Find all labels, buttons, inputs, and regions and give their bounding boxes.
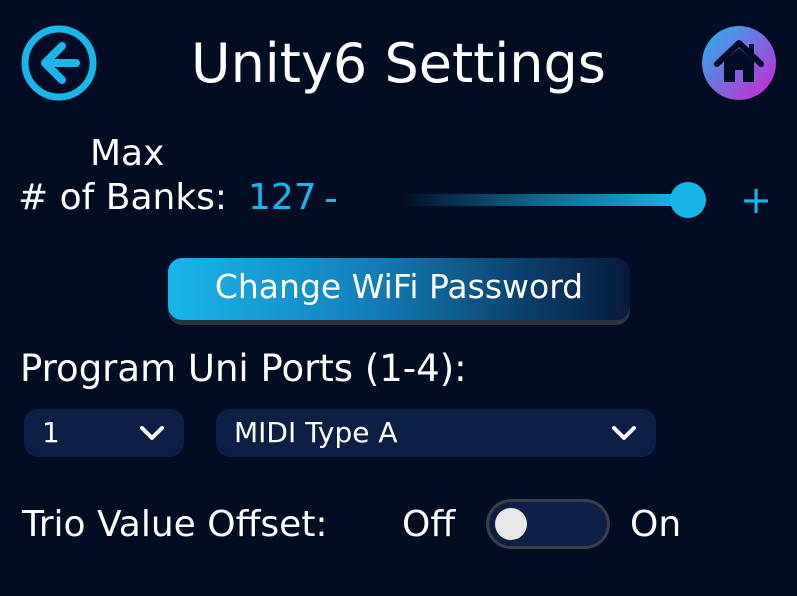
trio-offset-label: Trio Value Offset: xyxy=(22,504,328,545)
banks-label: Max # of Banks: xyxy=(18,132,248,220)
page-title: Unity6 Settings xyxy=(191,32,606,95)
change-wifi-password-button[interactable]: Change WiFi Password xyxy=(168,258,630,320)
midi-type-select[interactable]: MIDI Type A xyxy=(216,409,656,457)
settings-screen: Unity6 Settings Max # of Banks: 127 - + … xyxy=(0,0,797,596)
banks-label-line2: # of Banks: xyxy=(18,177,228,218)
midi-type-select-value: MIDI Type A xyxy=(234,416,398,449)
banks-increment-button[interactable]: + xyxy=(738,178,774,222)
change-wifi-password-label: Change WiFi Password xyxy=(214,267,584,306)
banks-label-line1: Max xyxy=(90,133,165,174)
banks-value: 127 xyxy=(248,177,317,218)
toggle-knob xyxy=(495,508,527,540)
trio-off-label: Off xyxy=(402,504,456,545)
trio-on-label: On xyxy=(630,504,682,545)
slider-track xyxy=(400,194,688,206)
trio-offset-toggle[interactable] xyxy=(486,499,610,549)
chevron-down-icon xyxy=(612,426,636,440)
program-ports-label: Program Uni Ports (1-4): xyxy=(20,347,467,390)
home-icon xyxy=(702,26,776,100)
port-select[interactable]: 1 xyxy=(24,409,184,457)
port-select-value: 1 xyxy=(42,416,60,449)
banks-slider[interactable] xyxy=(400,180,720,220)
chevron-down-icon xyxy=(140,426,164,440)
home-button[interactable] xyxy=(700,24,778,102)
slider-knob[interactable] xyxy=(670,182,706,218)
banks-decrement-button[interactable]: - xyxy=(318,176,344,220)
